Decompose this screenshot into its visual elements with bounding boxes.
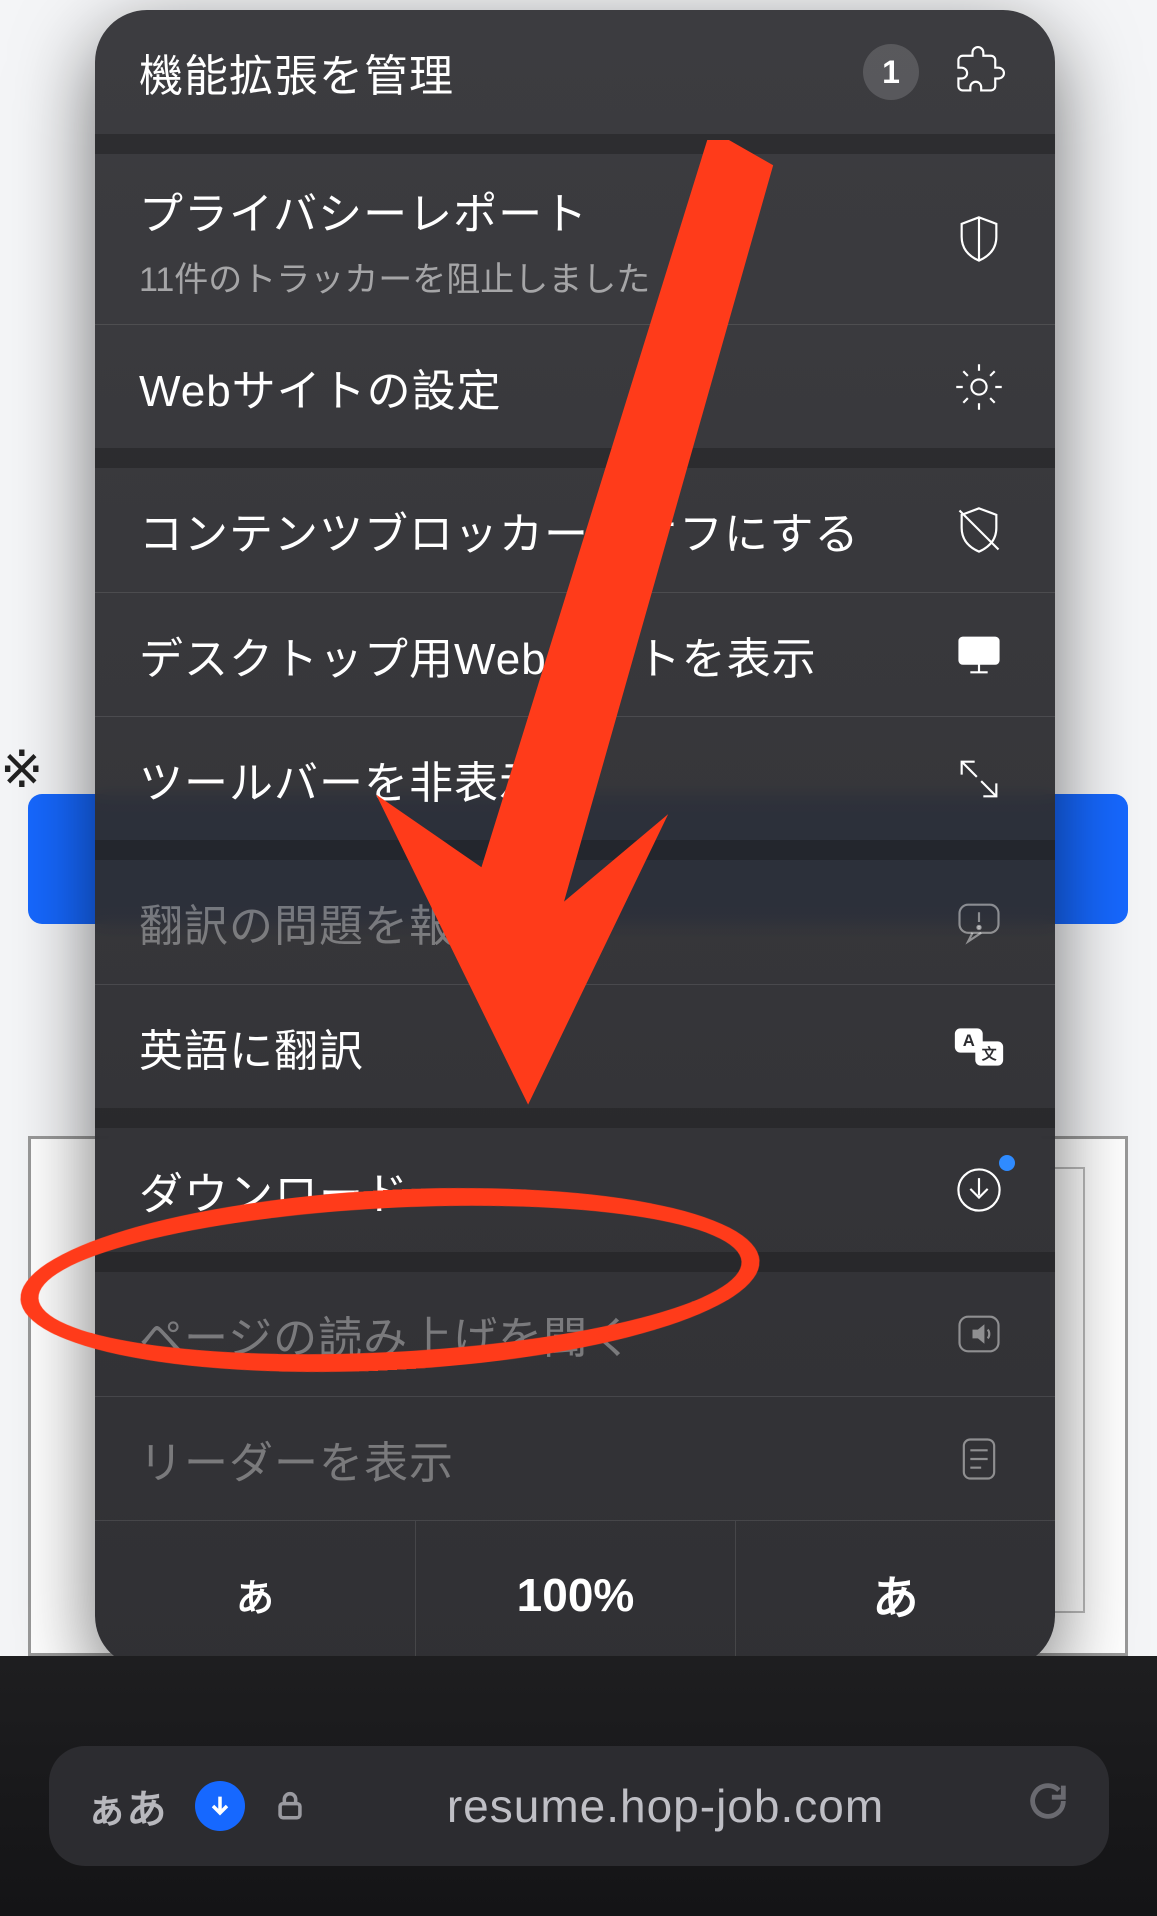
content-blockers-off-row[interactable]: コンテンツブロッカーをオフにする	[95, 468, 1055, 592]
report-translation-row: 翻訳の問題を報告	[95, 860, 1055, 984]
content-blockers-off-label: コンテンツブロッカーをオフにする	[139, 498, 859, 562]
listen-to-page-row: ページの読み上げを聞く	[95, 1272, 1055, 1396]
puzzle-piece-icon	[947, 40, 1011, 104]
url-host: resume.hop-job.com	[335, 1779, 997, 1833]
url-field[interactable]: ぁあ resume.hop-job.com	[49, 1746, 1109, 1866]
report-translation-label: 翻訳の問題を報告	[139, 890, 499, 954]
speaker-box-icon	[947, 1302, 1011, 1366]
privacy-report-label: プライバシーレポート	[139, 178, 650, 242]
request-desktop-site-label: デスクトップ用Webサイトを表示	[139, 623, 817, 687]
shield-slash-icon	[947, 498, 1011, 562]
svg-text:A: A	[963, 1031, 975, 1050]
page-settings-menu: 機能拡張を管理 1 プライバシーレポート 11件のトラッカーを阻止しました We…	[95, 10, 1055, 1668]
manage-extensions-row[interactable]: 機能拡張を管理 1	[95, 10, 1055, 134]
website-settings-row[interactable]: Webサイトの設定	[95, 324, 1055, 448]
hide-toolbar-row[interactable]: ツールバーを非表示	[95, 716, 1055, 840]
safari-bottom-bar: ぁあ resume.hop-job.com	[0, 1656, 1157, 1916]
lock-icon	[273, 1779, 307, 1833]
svg-text:文: 文	[982, 1045, 997, 1063]
text-size-decrease[interactable]: あ	[95, 1521, 415, 1668]
request-desktop-site-row[interactable]: デスクトップ用Webサイトを表示	[95, 592, 1055, 716]
privacy-report-sub: 11件のトラッカーを阻止しました	[139, 252, 650, 301]
reader-doc-icon	[947, 1427, 1011, 1491]
background-note-text: ※	[0, 740, 46, 800]
translate-icon: A文	[947, 1015, 1011, 1079]
listen-to-page-label: ページの読み上げを聞く	[139, 1302, 633, 1366]
aa-button[interactable]: ぁあ	[87, 1777, 167, 1835]
text-size-footer: あ 100% あ	[95, 1520, 1055, 1668]
desktop-icon	[947, 623, 1011, 687]
extensions-count-badge: 1	[863, 44, 919, 100]
privacy-report-row[interactable]: プライバシーレポート 11件のトラッカーを阻止しました	[95, 154, 1055, 324]
shield-half-icon	[947, 207, 1011, 271]
translate-to-english-row[interactable]: 英語に翻訳 A文	[95, 984, 1055, 1108]
downloads-row[interactable]: ダウンロード	[95, 1128, 1055, 1252]
hide-toolbar-label: ツールバーを非表示	[139, 747, 544, 811]
expand-arrows-icon	[947, 747, 1011, 811]
reload-icon[interactable]	[1025, 1778, 1071, 1835]
translate-to-english-label: 英語に翻訳	[139, 1015, 364, 1079]
downloads-new-dot	[999, 1155, 1015, 1171]
text-size-increase[interactable]: あ	[735, 1521, 1055, 1668]
manage-extensions-label: 機能拡張を管理	[139, 40, 454, 104]
chat-exclaim-icon	[947, 890, 1011, 954]
text-size-value[interactable]: 100%	[415, 1521, 735, 1668]
show-reader-row: リーダーを表示	[95, 1396, 1055, 1520]
website-settings-label: Webサイトの設定	[139, 355, 502, 419]
download-circle-icon	[947, 1158, 1011, 1222]
gear-icon	[947, 355, 1011, 419]
downloads-label: ダウンロード	[139, 1158, 409, 1222]
show-reader-label: リーダーを表示	[139, 1427, 454, 1491]
download-indicator-icon[interactable]	[195, 1781, 245, 1831]
